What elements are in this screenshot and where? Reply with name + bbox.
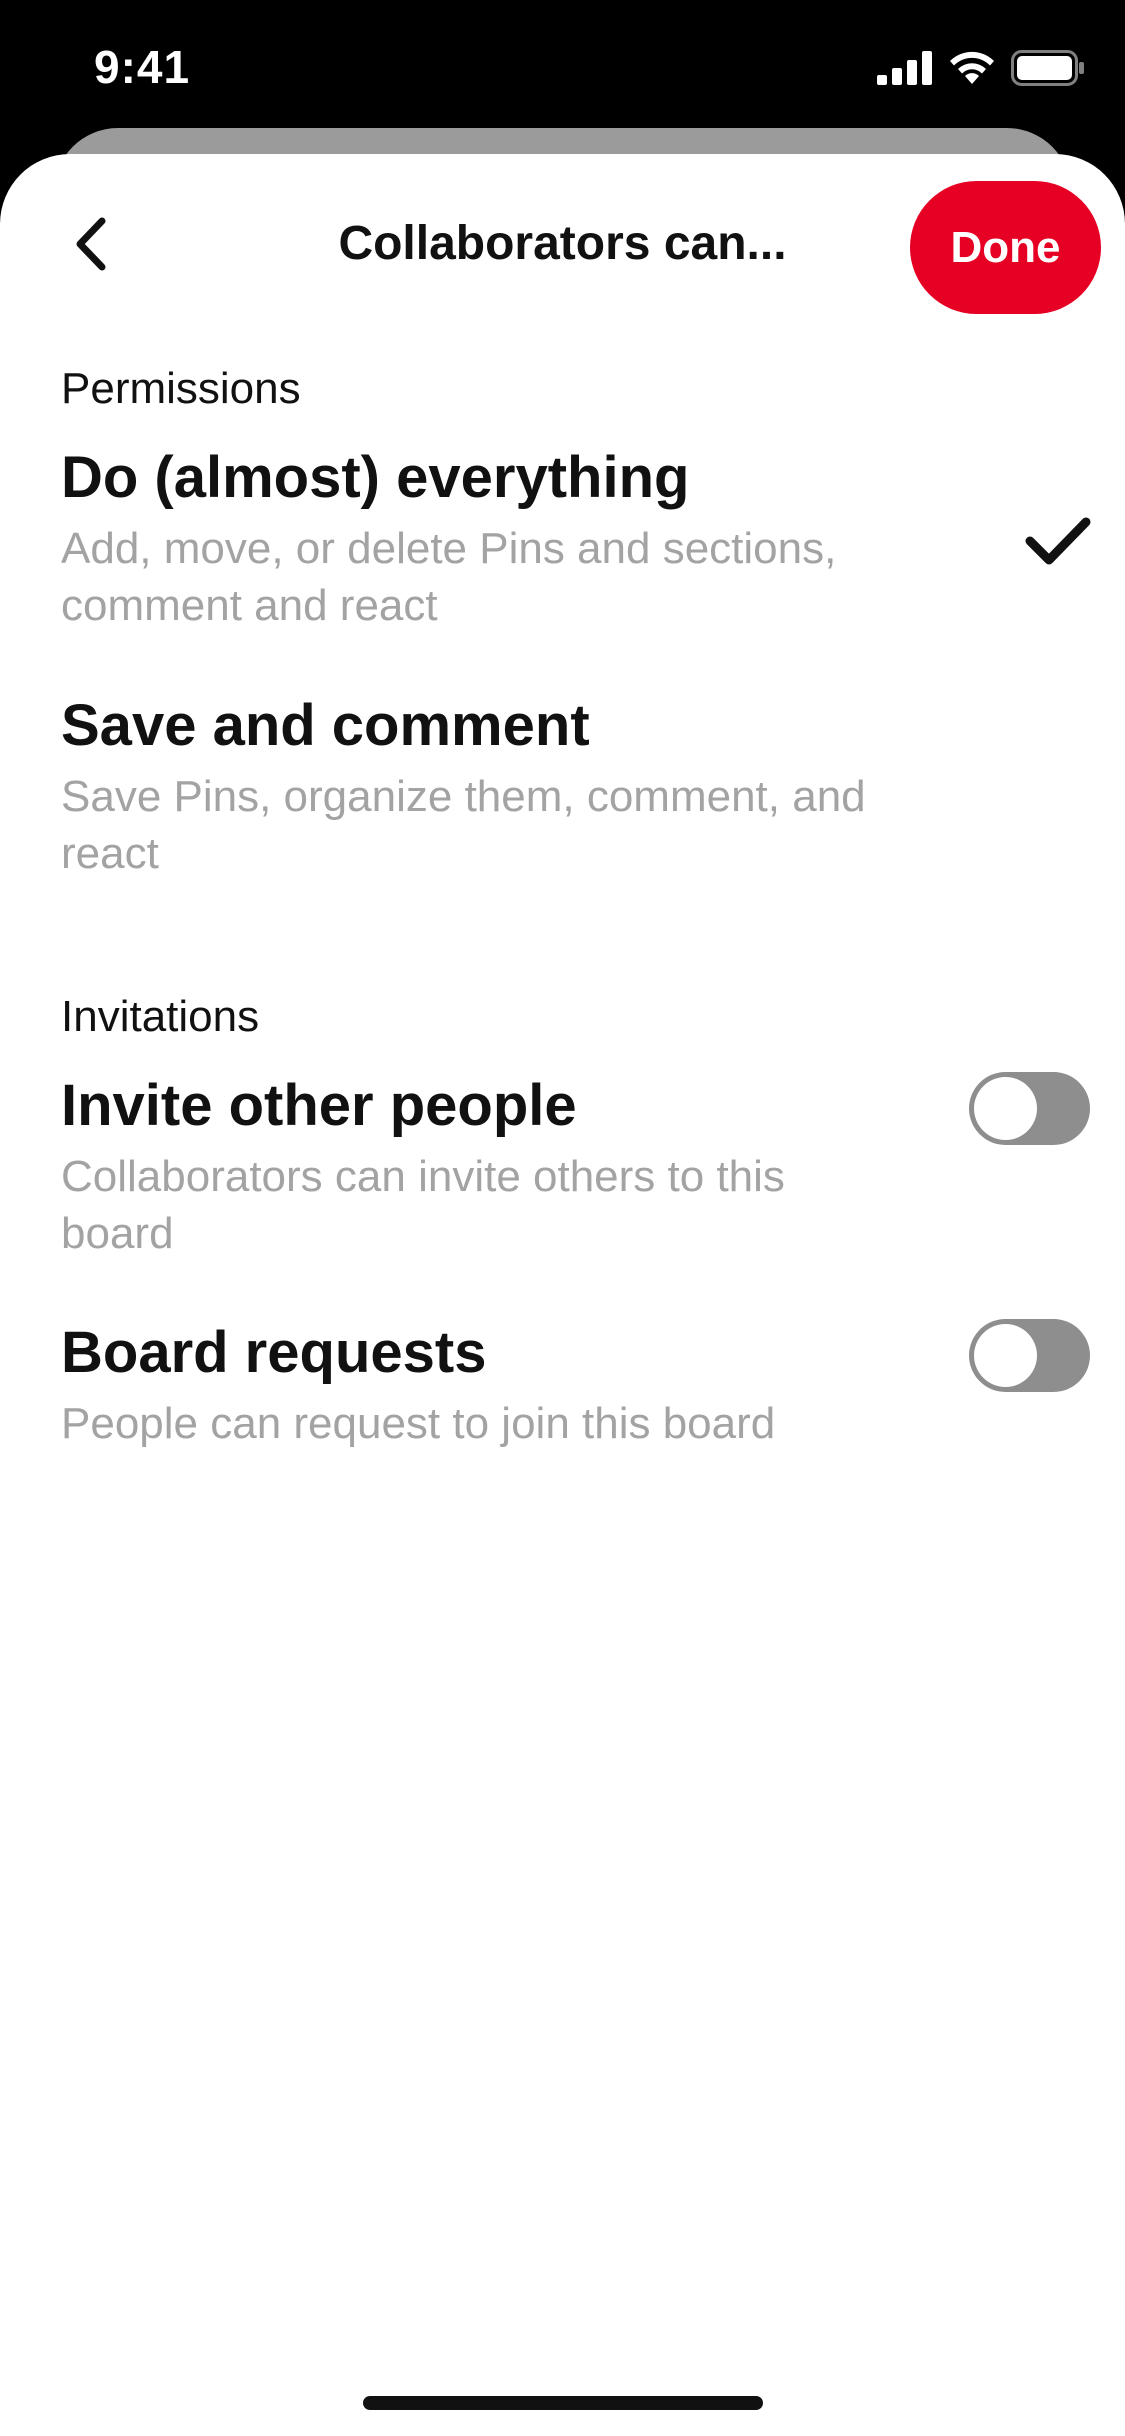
toggle-knob <box>974 1324 1037 1387</box>
board-requests-row: Board requests People can request to joi… <box>61 1319 1061 1452</box>
permissions-section-label: Permissions <box>61 364 301 413</box>
option-description: Save Pins, organize them, comment, and r… <box>61 772 866 878</box>
checkmark-icon <box>1025 517 1091 565</box>
option-title: Do (almost) everything <box>61 445 690 510</box>
cellular-signal-icon <box>877 51 933 90</box>
invite-other-people-row: Invite other people Collaborators can in… <box>61 1072 1061 1262</box>
wifi-icon <box>947 50 997 91</box>
option-description: Add, move, or delete Pins and sections, … <box>61 524 837 630</box>
home-indicator[interactable] <box>363 2396 763 2410</box>
option-description: People can request to join this board <box>61 1399 776 1448</box>
status-bar: 9:41 <box>0 0 1125 130</box>
permission-option-save-and-comment[interactable]: Save and comment Save Pins, organize the… <box>61 692 1061 882</box>
battery-icon <box>1011 50 1085 91</box>
invitations-section-label: Invitations <box>61 992 260 1041</box>
permission-option-everything[interactable]: Do (almost) everything Add, move, or del… <box>61 444 1061 634</box>
option-title: Board requests <box>61 1320 487 1385</box>
option-description: Collaborators can invite others to this … <box>61 1152 785 1258</box>
status-time: 9:41 <box>94 41 191 93</box>
permissions-sheet: Collaborators can... Done Permissions Do… <box>0 154 1125 2436</box>
invite-other-people-toggle[interactable] <box>969 1072 1090 1145</box>
status-icons <box>877 50 1085 91</box>
option-title: Save and comment <box>61 693 590 758</box>
option-title: Invite other people <box>61 1073 577 1138</box>
done-button[interactable]: Done <box>910 181 1101 314</box>
board-requests-toggle[interactable] <box>969 1319 1090 1392</box>
toggle-knob <box>974 1077 1037 1140</box>
